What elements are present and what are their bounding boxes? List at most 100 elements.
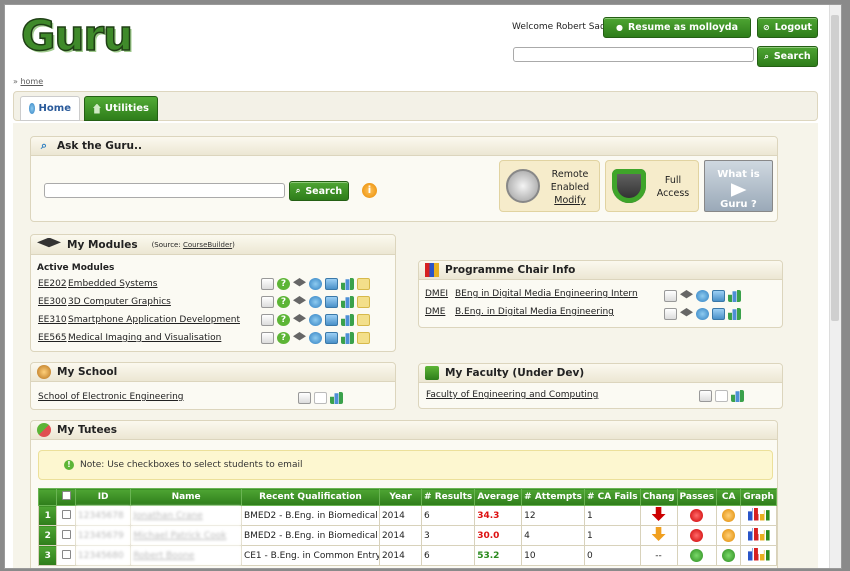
document-icon[interactable] <box>664 290 677 302</box>
document-icon[interactable] <box>261 332 274 344</box>
info-icon[interactable]: i <box>362 183 377 198</box>
programme-code-link[interactable]: DMEI <box>425 289 448 299</box>
document-icon[interactable] <box>261 296 274 308</box>
column-header[interactable]: Year <box>378 488 423 506</box>
bar-chart-icon[interactable] <box>731 390 744 402</box>
graduation-cap-icon[interactable] <box>293 332 306 341</box>
table-row[interactable]: 3 12345680 Robert Boone CE1 - B.Eng. in Com… <box>37 545 777 566</box>
grade-graph-icon[interactable] <box>747 527 770 541</box>
graduation-cap-icon[interactable] <box>293 314 306 323</box>
student-name-link[interactable]: Jonathan Crane <box>133 511 202 521</box>
module-code-link[interactable]: EE202 <box>38 279 67 289</box>
faculty-link[interactable]: Faculty of Engineering and Computing <box>426 390 598 400</box>
folder-icon[interactable] <box>357 278 370 290</box>
column-header[interactable]: Recent Qualification <box>240 488 380 506</box>
student-name[interactable]: Jonathan Crane <box>130 505 242 526</box>
help-icon[interactable]: ? <box>277 332 290 344</box>
column-header[interactable]: Average <box>474 488 523 506</box>
bar-chart-icon[interactable] <box>341 278 354 290</box>
tab-home[interactable]: Home <box>20 96 80 121</box>
folder-icon[interactable] <box>357 314 370 326</box>
document-icon[interactable] <box>261 314 274 326</box>
row-checkbox[interactable] <box>61 509 71 519</box>
file-icon[interactable] <box>314 392 327 404</box>
column-header[interactable]: Graph <box>740 488 777 506</box>
photo-icon[interactable] <box>325 296 338 308</box>
bar-chart-icon[interactable] <box>728 308 741 320</box>
help-icon[interactable]: ? <box>277 278 290 290</box>
module-code-link[interactable]: EE300 <box>38 297 67 307</box>
select-cell[interactable] <box>56 525 76 546</box>
globe-icon[interactable] <box>696 308 709 320</box>
grade-graph-icon[interactable] <box>747 547 770 561</box>
module-name-link[interactable]: Embedded Systems <box>68 279 158 289</box>
programme-code-link[interactable]: DME <box>425 307 445 317</box>
photo-icon[interactable] <box>325 278 338 290</box>
student-name-link[interactable]: Michael Patrick Cook <box>133 531 226 541</box>
graph-cell[interactable] <box>740 525 777 546</box>
logout-button[interactable]: ⊘ Logout <box>757 17 818 38</box>
folder-icon[interactable] <box>357 332 370 344</box>
globe-icon[interactable] <box>309 296 322 308</box>
photo-icon[interactable] <box>325 314 338 326</box>
module-name-link[interactable]: Medical Imaging and Visualisation <box>68 333 221 343</box>
module-code-link[interactable]: EE310 <box>38 315 67 325</box>
graduation-cap-icon[interactable] <box>680 308 693 317</box>
column-header[interactable]: CA <box>716 488 742 506</box>
bar-chart-icon[interactable] <box>330 392 343 404</box>
globe-icon[interactable] <box>696 290 709 302</box>
help-icon[interactable]: ? <box>277 296 290 308</box>
graduation-cap-icon[interactable] <box>293 278 306 287</box>
guru-logo[interactable]: Guru <box>20 10 134 61</box>
breadcrumb-home-link[interactable]: home <box>20 77 43 86</box>
select-cell[interactable] <box>56 545 76 566</box>
folder-icon[interactable] <box>357 296 370 308</box>
document-icon[interactable] <box>261 278 274 290</box>
photo-icon[interactable] <box>712 290 725 302</box>
column-header[interactable]: Chang <box>639 488 678 506</box>
coursebuilder-link[interactable]: CourseBuilder <box>183 241 232 249</box>
ask-search-button[interactable]: ⌕ Search <box>289 181 349 201</box>
student-name[interactable]: Robert Boone <box>130 545 242 566</box>
programme-name-link[interactable]: BEng in Digital Media Engineering Intern <box>455 289 638 299</box>
bar-chart-icon[interactable] <box>341 314 354 326</box>
column-header[interactable]: ID <box>74 488 132 506</box>
grade-graph-icon[interactable] <box>747 507 770 521</box>
bar-chart-icon[interactable] <box>341 296 354 308</box>
column-header[interactable]: # Results <box>421 488 476 506</box>
table-row[interactable]: 1 12345678 Jonathan Crane BMED2 - B.Eng. in… <box>37 505 777 526</box>
help-icon[interactable]: ? <box>277 314 290 326</box>
student-name-link[interactable]: Robert Boone <box>133 551 194 561</box>
tab-utilities[interactable]: Utilities <box>84 96 158 121</box>
what-is-guru-button[interactable]: What is Guru ? <box>704 160 773 212</box>
modify-link[interactable]: Modify <box>544 194 596 207</box>
top-search-input[interactable] <box>513 47 754 62</box>
top-search-button[interactable]: ⌕ Search <box>757 46 818 67</box>
table-row[interactable]: 2 12345679 Michael Patrick Cook BMED2 - B.E… <box>37 525 777 546</box>
programme-name-link[interactable]: B.Eng. in Digital Media Engineering <box>455 307 614 317</box>
select-all-checkbox[interactable] <box>61 491 71 500</box>
vertical-scrollbar[interactable] <box>829 5 841 568</box>
file-icon[interactable] <box>715 390 728 402</box>
bar-chart-icon[interactable] <box>341 332 354 344</box>
student-name[interactable]: Michael Patrick Cook <box>130 525 242 546</box>
module-name-link[interactable]: Smartphone Application Development <box>68 315 240 325</box>
column-header[interactable]: # CA Fails <box>583 488 641 506</box>
school-link[interactable]: School of Electronic Engineering <box>38 392 184 402</box>
module-code-link[interactable]: EE565 <box>38 333 67 343</box>
scrollbar-thumb[interactable] <box>831 15 839 321</box>
graph-cell[interactable] <box>740 545 777 566</box>
resume-as-button[interactable]: ● Resume as molloyda <box>603 17 751 38</box>
document-icon[interactable] <box>699 390 712 402</box>
ask-input[interactable] <box>44 183 285 198</box>
graduation-cap-icon[interactable] <box>680 290 693 299</box>
photo-icon[interactable] <box>712 308 725 320</box>
globe-icon[interactable] <box>309 278 322 290</box>
globe-icon[interactable] <box>309 332 322 344</box>
bar-chart-icon[interactable] <box>728 290 741 302</box>
select-cell[interactable] <box>56 505 76 526</box>
row-checkbox[interactable] <box>61 549 71 559</box>
document-icon[interactable] <box>664 308 677 320</box>
graph-cell[interactable] <box>740 505 777 526</box>
column-header[interactable]: # Attempts <box>521 488 585 506</box>
